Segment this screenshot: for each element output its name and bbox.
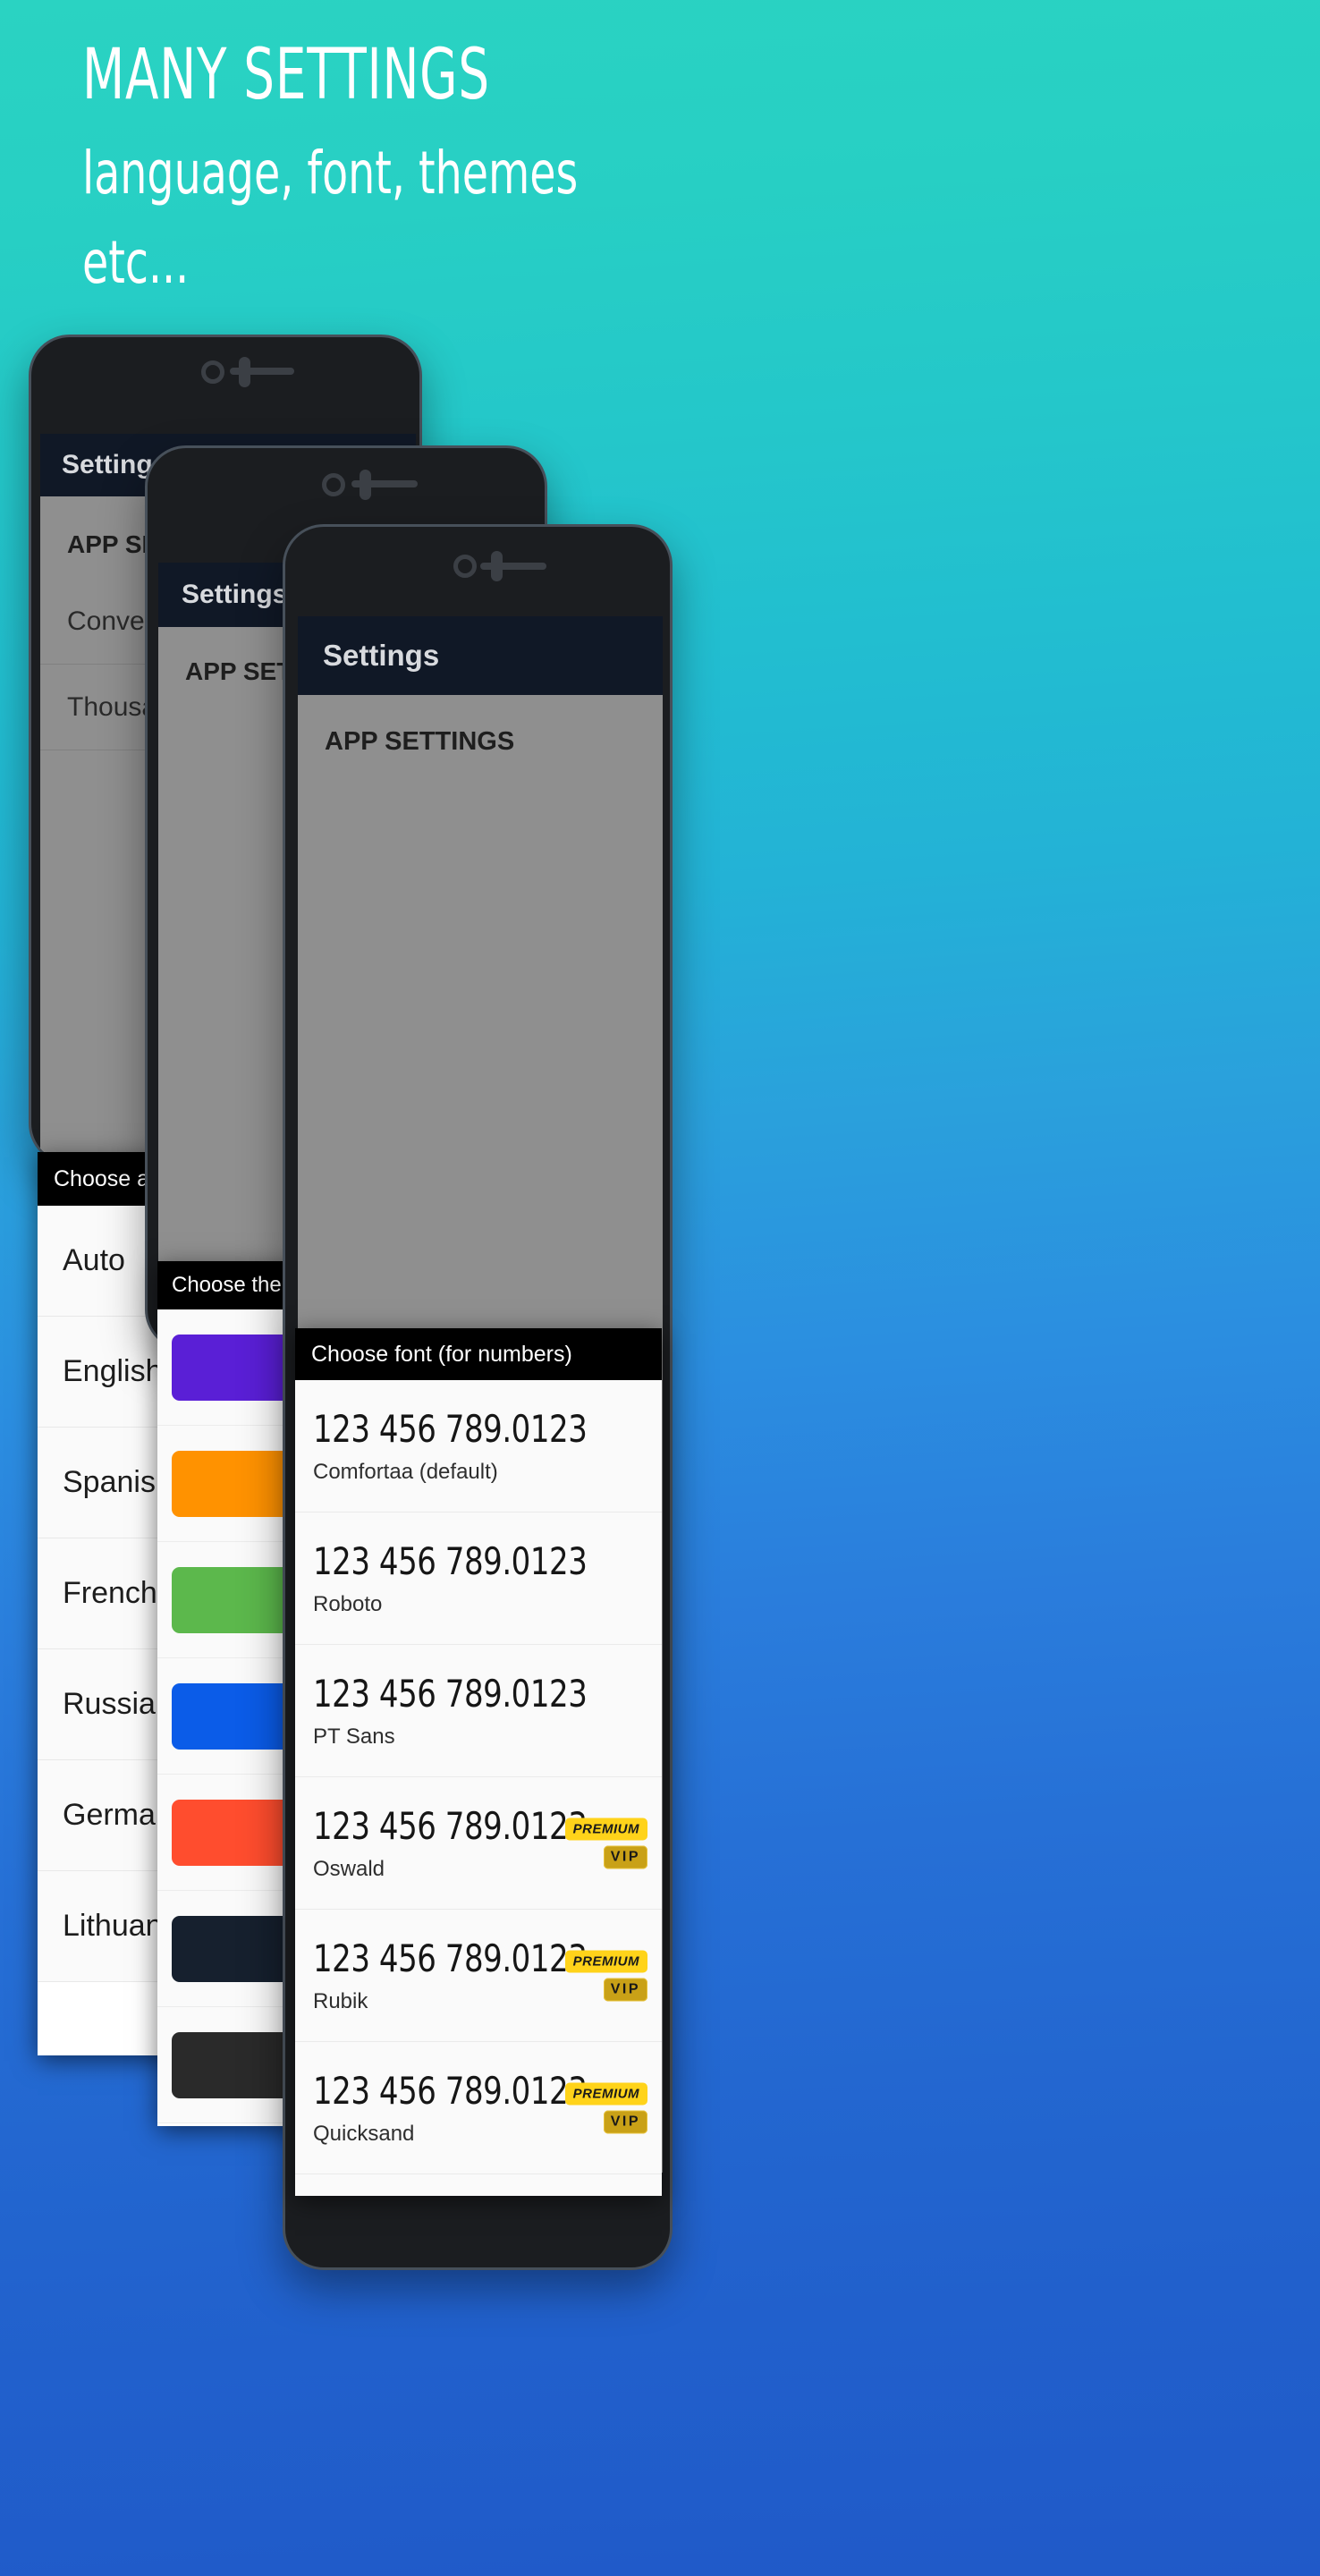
phone2-appbar-title: Settings: [182, 580, 288, 609]
phone1-top-bezel: [31, 337, 419, 407]
phone2-top-bezel: [148, 448, 545, 521]
phone3-top-bezel: [285, 527, 670, 606]
font-sample-text: 123 456 789.0123: [313, 1407, 588, 1451]
vip-badge: VIP: [603, 1978, 647, 2001]
promo-subtitle-line2: etc...: [82, 228, 190, 297]
font-option-label: PT Sans: [313, 1724, 395, 1749]
promo-subtitle-line1: language, font, themes: [82, 139, 579, 208]
vip-badge: VIP: [603, 2110, 647, 2133]
premium-badge: PREMIUM: [564, 1950, 647, 1972]
speaker-icon: [230, 368, 294, 375]
choose-font-dialog: Choose font (for numbers) 123 456 789.01…: [295, 1328, 662, 2196]
promo-text-block: MANY SETTINGS language, font, themes etc…: [82, 32, 1066, 308]
font-list: 123 456 789.0123 Comfortaa (default) 123…: [295, 1380, 662, 2196]
camera-icon: [200, 360, 224, 384]
font-option-comfortaa[interactable]: 123 456 789.0123 Comfortaa (default): [295, 1380, 662, 1513]
font-option-label: Roboto: [313, 1592, 383, 1616]
phone3-appbar-title: Settings: [323, 639, 440, 672]
font-sample-text: 123 456 789.0123: [313, 1672, 588, 1716]
camera-icon: [321, 473, 345, 496]
speaker-icon: [480, 563, 546, 570]
phone3-section-header: APP SETTINGS: [325, 727, 515, 756]
font-sample-text: 123 456 789.0123: [313, 1539, 588, 1583]
font-badges: PREMIUM VIP: [564, 1950, 647, 2001]
promo-screenshot: MANY SETTINGS language, font, themes etc…: [0, 0, 1320, 2576]
premium-badge: PREMIUM: [564, 1818, 647, 1840]
camera-icon: [453, 555, 477, 578]
phone3-appbar: Settings: [298, 616, 663, 695]
font-option-roboto[interactable]: 123 456 789.0123 Roboto: [295, 1513, 662, 1645]
promo-title: MANY SETTINGS: [82, 35, 490, 115]
font-badges: PREMIUM VIP: [564, 1818, 647, 1868]
font-option-ptsans[interactable]: 123 456 789.0123 PT Sans: [295, 1645, 662, 1777]
speaker-icon: [351, 480, 418, 487]
font-option-quicksand[interactable]: 123 456 789.0123 Quicksand PREMIUM VIP: [295, 2042, 662, 2174]
font-option-label: Comfortaa (default): [313, 1460, 498, 1484]
font-option-oswald[interactable]: 123 456 789.0123 Oswald PREMIUM VIP: [295, 1777, 662, 1910]
choose-font-dialog-title: Choose font (for numbers): [295, 1328, 662, 1380]
premium-badge: PREMIUM: [564, 2082, 647, 2105]
font-badges: PREMIUM VIP: [564, 2082, 647, 2133]
font-option-rubik[interactable]: 123 456 789.0123 Rubik PREMIUM VIP: [295, 1910, 662, 2042]
font-option-barlow[interactable]: 123 456 789.0123 Barlow VIP: [295, 2174, 662, 2196]
vip-badge: VIP: [603, 1845, 647, 1868]
